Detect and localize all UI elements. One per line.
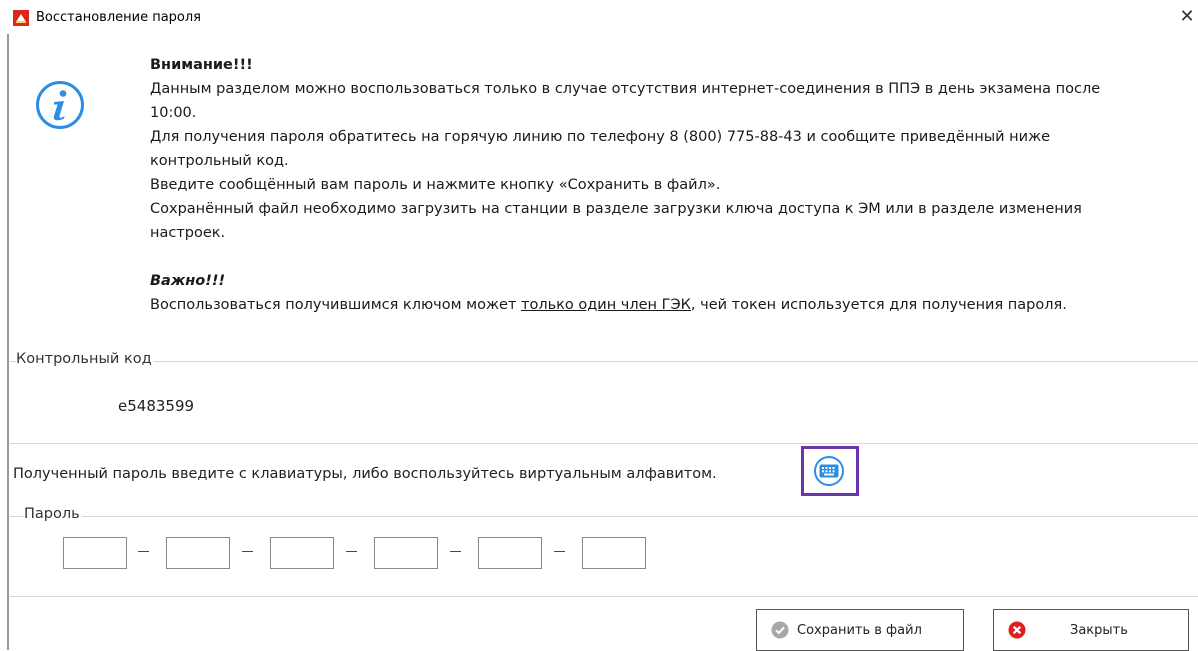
password-divider: [10, 516, 1198, 517]
virtual-keyboard-highlight: [801, 446, 859, 496]
password-segment-6[interactable]: [582, 537, 646, 569]
control-code-value: e5483599: [118, 397, 195, 415]
important-heading: Важно!!!: [150, 273, 226, 289]
close-button[interactable]: Закрыть: [993, 609, 1189, 651]
close-icon: [1008, 621, 1026, 639]
password-recovery-window: Восстановление пароля ✕ Внимание!!! Данн…: [0, 0, 1198, 651]
password-separator: [138, 551, 149, 552]
control-code-label: Контрольный код: [16, 351, 154, 367]
password-separator: [242, 551, 253, 552]
info-icon: [36, 81, 84, 129]
info-line: Для получения пароля обратитесь на горяч…: [150, 129, 1051, 145]
password-segment-5[interactable]: [478, 537, 542, 569]
password-segment-3[interactable]: [270, 537, 334, 569]
info-line: Данным разделом можно воспользоваться то…: [150, 81, 1101, 97]
info-line: 10:00.: [150, 105, 197, 121]
window-close-icon[interactable]: ✕: [1176, 5, 1198, 29]
app-icon: [13, 10, 29, 26]
window-left-border: [7, 34, 9, 650]
important-note-pre: Воспользоваться получившимся ключом може…: [150, 297, 522, 313]
password-label: Пароль: [24, 506, 82, 522]
save-to-file-label: Сохранить в файл: [797, 623, 922, 638]
info-line: Введите сообщённый вам пароль и нажмите …: [150, 177, 721, 193]
password-segment-1[interactable]: [63, 537, 127, 569]
info-block: Внимание!!! Данным разделом можно воспол…: [150, 53, 1195, 317]
window-title: Восстановление пароля: [36, 10, 202, 25]
attention-heading: Внимание!!!: [150, 57, 253, 73]
control-code-divider: [10, 361, 1198, 362]
footer-divider: [10, 596, 1198, 597]
close-label: Закрыть: [1070, 623, 1128, 638]
save-to-file-button[interactable]: Сохранить в файл: [756, 609, 964, 651]
password-separator: [450, 551, 461, 552]
title-bar: Восстановление пароля ✕: [0, 0, 1198, 34]
important-note: Воспользоваться получившимся ключом може…: [150, 293, 1195, 317]
password-hint: Полученный пароль введите с клавиатуры, …: [13, 466, 717, 482]
section-divider: [10, 443, 1198, 444]
info-line: Сохранённый файл необходимо загрузить на…: [150, 201, 1082, 217]
info-line: контрольный код.: [150, 153, 289, 169]
keyboard-icon: [819, 464, 839, 478]
check-icon: [771, 621, 789, 639]
password-segment-4[interactable]: [374, 537, 438, 569]
password-separator: [554, 551, 565, 552]
password-segment-2[interactable]: [166, 537, 230, 569]
info-line: настроек.: [150, 225, 226, 241]
important-note-emphasis: только один член ГЭК: [521, 297, 691, 313]
password-separator: [346, 551, 357, 552]
important-note-post: , чей токен используется для получения п…: [690, 297, 1067, 313]
virtual-keyboard-button[interactable]: [814, 456, 844, 486]
